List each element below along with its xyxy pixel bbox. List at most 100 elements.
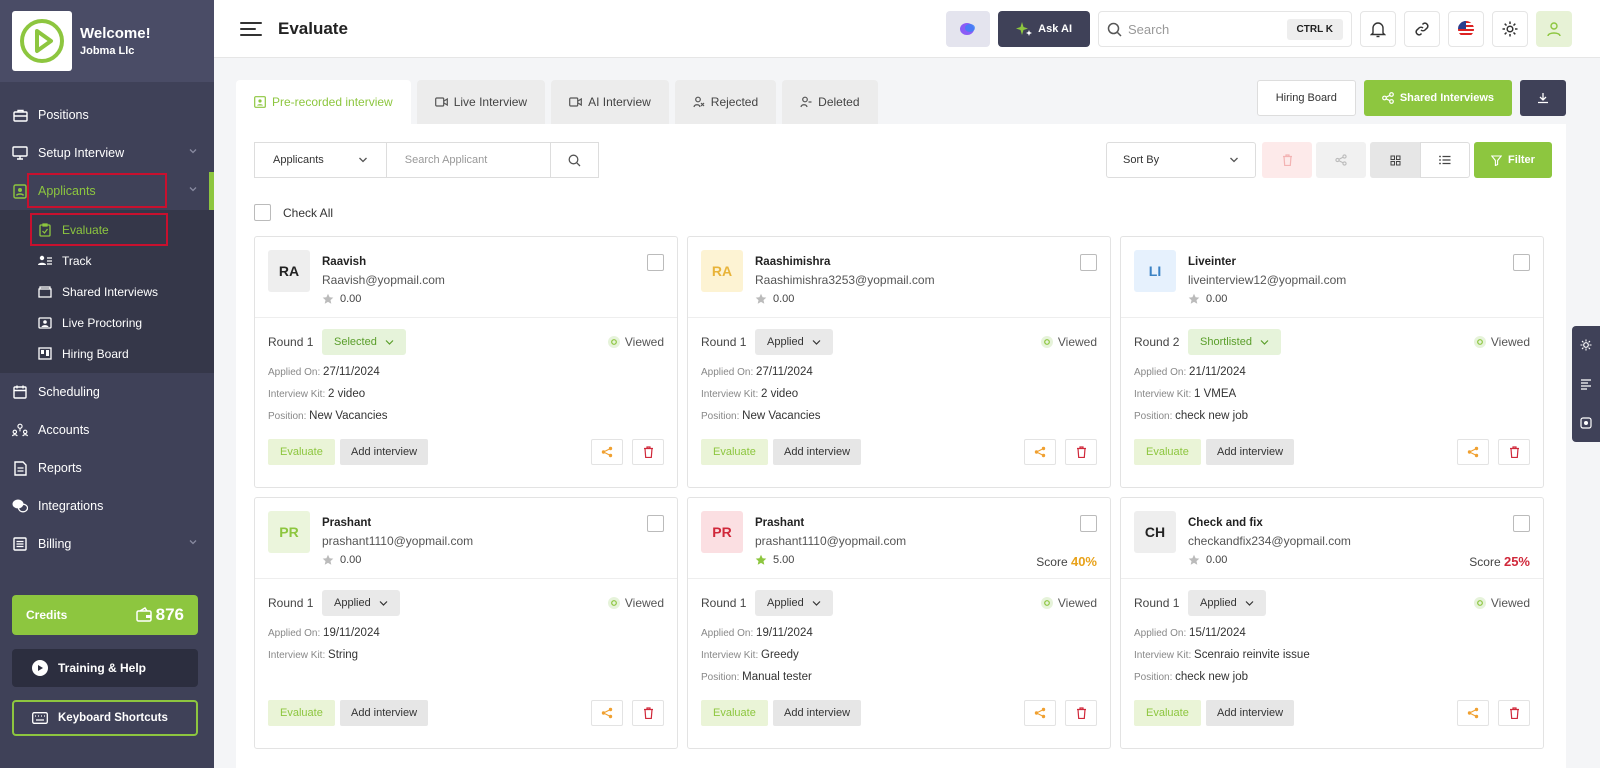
sort-by-select[interactable]: Sort By <box>1106 142 1256 178</box>
tab-ai-interview[interactable]: AI Interview <box>551 80 669 124</box>
share-button[interactable] <box>591 439 623 465</box>
credits-box[interactable]: Credits 876 <box>12 595 198 635</box>
training-help-button[interactable]: Training & Help <box>12 649 198 687</box>
card-checkbox[interactable] <box>1513 254 1530 271</box>
folder-share-icon <box>38 285 52 299</box>
delete-button[interactable] <box>1065 700 1097 726</box>
applicant-card[interactable]: RA Raashimishra Raashimishra3253@yopmail.c… <box>687 236 1111 488</box>
download-button[interactable] <box>1520 80 1566 116</box>
sidebar-item-live-proctoring[interactable]: Live Proctoring <box>0 307 214 338</box>
status-dropdown[interactable]: Selected <box>322 329 406 355</box>
profile-button[interactable] <box>1536 11 1572 47</box>
tab-rejected[interactable]: Rejected <box>674 80 777 124</box>
share-button[interactable] <box>1024 700 1056 726</box>
list-view-button[interactable] <box>1420 142 1470 178</box>
share-button[interactable] <box>1457 700 1489 726</box>
sidebar-item-integrations[interactable]: Integrations <box>0 487 214 525</box>
ai-assistant-button[interactable] <box>946 11 991 47</box>
share-button[interactable] <box>1024 439 1056 465</box>
rating: 5.00 <box>755 554 794 566</box>
menu-toggle-icon[interactable] <box>240 21 262 37</box>
sidebar-item-accounts[interactable]: Accounts <box>0 411 214 449</box>
grid-view-button[interactable] <box>1370 142 1420 178</box>
status-dropdown[interactable]: Applied <box>755 590 833 616</box>
applicant-name[interactable]: Prashant <box>755 517 804 529</box>
applicant-card[interactable]: CH Check and fix checkandfix234@yopmail.co… <box>1120 497 1544 749</box>
keyboard-shortcuts-button[interactable]: Keyboard Shortcuts <box>12 700 198 736</box>
check-all-checkbox[interactable] <box>254 204 271 221</box>
ask-ai-button[interactable]: Ask AI <box>998 11 1090 47</box>
language-button[interactable] <box>1448 11 1484 47</box>
filter-button[interactable]: Filter <box>1474 142 1552 178</box>
card-checkbox[interactable] <box>647 515 664 532</box>
delete-button[interactable] <box>632 700 664 726</box>
applicants-select[interactable]: Applicants <box>254 142 387 178</box>
logo[interactable] <box>12 11 72 71</box>
sidebar-item-track[interactable]: Track <box>0 245 214 276</box>
evaluate-button[interactable]: Evaluate <box>1134 700 1201 726</box>
applicant-name[interactable]: Check and fix <box>1188 517 1263 529</box>
sidebar-item-hiring-board[interactable]: Hiring Board <box>0 338 214 369</box>
delete-button[interactable] <box>1498 700 1530 726</box>
card-checkbox[interactable] <box>1080 515 1097 532</box>
notifications-button[interactable] <box>1360 11 1396 47</box>
search-icon <box>568 154 581 166</box>
add-interview-button[interactable]: Add interview <box>340 700 429 726</box>
applicant-name[interactable]: Liveinter <box>1188 256 1236 268</box>
applicant-card[interactable]: RA Raavish Raavish@yopmail.com 0.00 Round 1 S… <box>254 236 678 488</box>
sidebar-item-shared-interviews[interactable]: Shared Interviews <box>0 276 214 307</box>
card-checkbox[interactable] <box>1513 515 1530 532</box>
applicant-name[interactable]: Raashimishra <box>755 256 830 268</box>
card-checkbox[interactable] <box>647 254 664 271</box>
sidebar-item-reports[interactable]: Reports <box>0 449 214 487</box>
bulk-delete-button[interactable] <box>1262 142 1312 178</box>
check-all[interactable]: Check All <box>254 204 333 221</box>
tab-deleted[interactable]: Deleted <box>782 80 878 124</box>
sidebar-item-positions[interactable]: Positions <box>0 96 214 134</box>
add-interview-button[interactable]: Add interview <box>1206 439 1295 465</box>
applicant-card[interactable]: PR Prashant prashant1110@yopmail.com 5.00 Sc… <box>687 497 1111 749</box>
share-button[interactable] <box>591 700 623 726</box>
sidebar-item-applicants[interactable]: Applicants <box>0 172 214 210</box>
applicant-name[interactable]: Raavish <box>322 256 366 268</box>
applicant-card[interactable]: PR Prashant prashant1110@yopmail.com 0.00 Ro… <box>254 497 678 749</box>
sidebar-item-billing[interactable]: Billing <box>0 525 214 563</box>
settings-button[interactable] <box>1492 11 1528 47</box>
share-button[interactable] <box>1457 439 1489 465</box>
search-applicant-input[interactable]: Search Applicant <box>386 142 551 178</box>
applicant-name[interactable]: Prashant <box>322 517 371 529</box>
link-button[interactable] <box>1404 11 1440 47</box>
evaluate-button[interactable]: Evaluate <box>1134 439 1201 465</box>
add-interview-button[interactable]: Add interview <box>773 439 862 465</box>
evaluate-button[interactable]: Evaluate <box>268 439 335 465</box>
bulk-share-button[interactable] <box>1316 142 1366 178</box>
add-interview-button[interactable]: Add interview <box>773 700 862 726</box>
shared-interviews-button[interactable]: Shared Interviews <box>1363 80 1512 116</box>
accessibility-icon[interactable] <box>1580 417 1592 429</box>
tab-prerecorded[interactable]: Pre-recorded interview <box>236 80 411 124</box>
sun-icon[interactable] <box>1580 339 1592 351</box>
applicant-card[interactable]: LI Liveinter liveinterview12@yopmail.com 0.… <box>1120 236 1544 488</box>
evaluate-button[interactable]: Evaluate <box>268 700 335 726</box>
search-applicant-button[interactable] <box>550 142 599 178</box>
delete-button[interactable] <box>632 439 664 465</box>
global-search-input[interactable]: Search CTRL K <box>1098 11 1352 47</box>
delete-button[interactable] <box>1498 439 1530 465</box>
hiring-board-button[interactable]: Hiring Board <box>1256 80 1356 116</box>
sidebar-item-evaluate[interactable]: Evaluate <box>0 213 214 246</box>
add-interview-button[interactable]: Add interview <box>340 439 429 465</box>
status-dropdown[interactable]: Applied <box>755 329 833 355</box>
status-dropdown[interactable]: Shortlisted <box>1188 329 1281 355</box>
sidebar-item-scheduling[interactable]: Scheduling <box>0 373 214 411</box>
status-dropdown[interactable]: Applied <box>322 590 400 616</box>
sidebar-item-setup-interview[interactable]: Setup Interview <box>0 134 214 172</box>
add-interview-button[interactable]: Add interview <box>1206 700 1295 726</box>
divider <box>688 317 1110 318</box>
delete-button[interactable] <box>1065 439 1097 465</box>
status-dropdown[interactable]: Applied <box>1188 590 1266 616</box>
card-checkbox[interactable] <box>1080 254 1097 271</box>
evaluate-button[interactable]: Evaluate <box>701 439 768 465</box>
evaluate-button[interactable]: Evaluate <box>701 700 768 726</box>
align-left-icon[interactable] <box>1580 378 1592 390</box>
tab-live-interview[interactable]: Live Interview <box>416 80 546 124</box>
